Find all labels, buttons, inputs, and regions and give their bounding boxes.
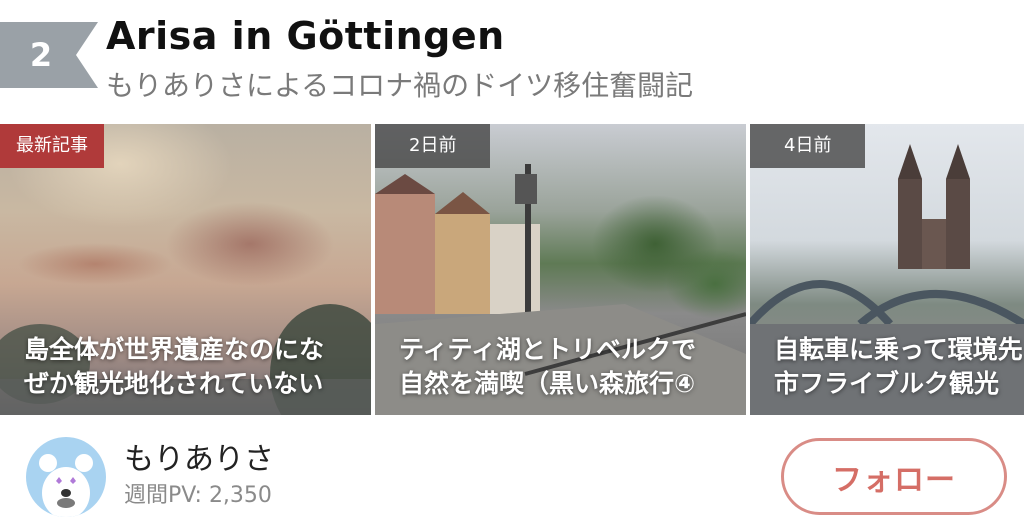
- rank-number: 2: [29, 36, 53, 74]
- bear-avatar-icon: [39, 454, 93, 517]
- article-title-line: 市フライブルク観光: [774, 369, 1000, 398]
- rank-badge: 2: [0, 22, 98, 88]
- date-badge: 2日前: [375, 124, 491, 168]
- blog-ranking-card: 2 Arisa in Göttingen もりありさによるコロナ禍のドイツ移住奮…: [0, 0, 1024, 531]
- latest-article-badge: 最新記事: [0, 124, 104, 168]
- blog-title[interactable]: Arisa in Göttingen: [106, 14, 505, 58]
- article-title: 島全体が世界遺産なのにな ぜか観光地化されていない: [24, 333, 371, 401]
- weekly-pv-label: 週間PV:: [124, 483, 202, 508]
- article-title-line: ぜか観光地化されていない: [24, 369, 324, 398]
- article-card[interactable]: 最新記事 島全体が世界遺産なのにな ぜか観光地化されていない: [0, 124, 371, 415]
- article-title: 自転車に乗って環境先 市フライブルク観光: [774, 333, 1024, 401]
- blog-subtitle: もりありさによるコロナ禍のドイツ移住奮闘記: [106, 69, 694, 102]
- author-avatar[interactable]: [26, 437, 106, 517]
- article-card[interactable]: 2日前 ティティ湖とトリベルクで 自然を満喫（黒い森旅行④: [375, 124, 746, 415]
- follow-button[interactable]: フォロー: [781, 438, 1007, 515]
- article-card[interactable]: 4日前 自転車に乗って環境先 市フライブルク観光: [750, 124, 1024, 415]
- author-name[interactable]: もりありさ: [124, 434, 274, 478]
- article-carousel: 最新記事 島全体が世界遺産なのにな ぜか観光地化されていない 2日前 ティティ湖…: [0, 124, 1024, 415]
- article-title-line: 自然を満喫（黒い森旅行④: [399, 369, 696, 398]
- article-title-line: 自転車に乗って環境先: [774, 335, 1023, 364]
- weekly-pageviews: 週間PV: 2,350: [124, 477, 272, 509]
- date-badge: 4日前: [750, 124, 866, 168]
- weekly-pv-value: 2,350: [208, 483, 272, 508]
- article-title-line: 島全体が世界遺産なのにな: [24, 335, 325, 364]
- article-title-line: ティティ湖とトリベルクで: [399, 335, 697, 364]
- article-title: ティティ湖とトリベルクで 自然を満喫（黒い森旅行④: [399, 333, 746, 401]
